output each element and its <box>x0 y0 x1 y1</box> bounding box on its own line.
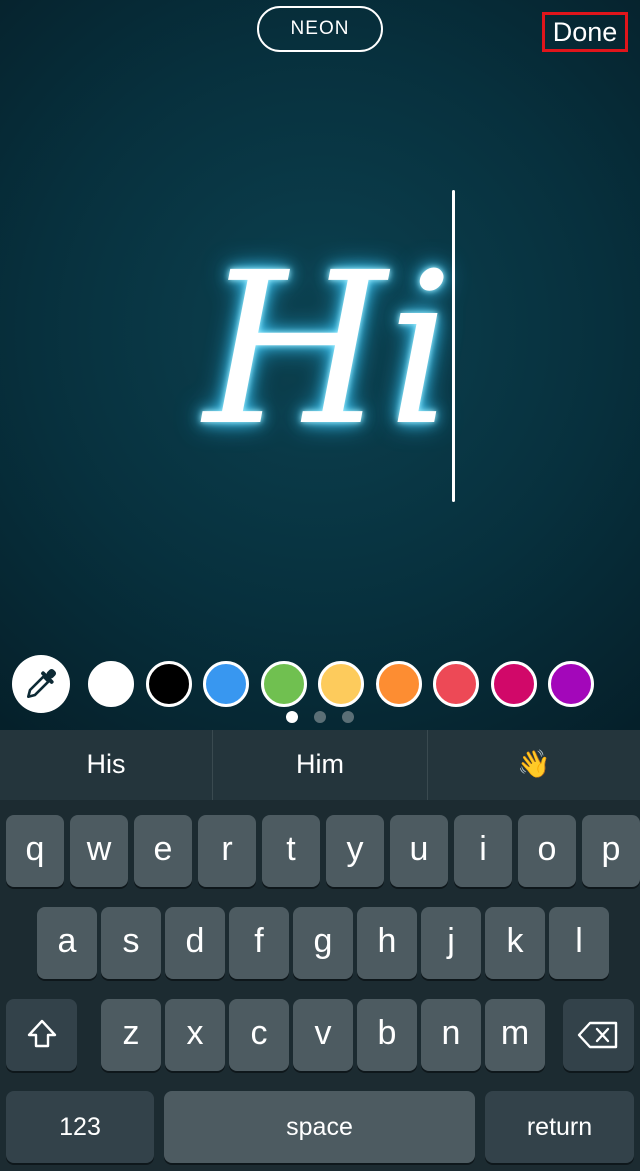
key-a[interactable]: a <box>37 907 97 979</box>
key-c[interactable]: c <box>229 999 289 1071</box>
key-t[interactable]: t <box>262 815 320 887</box>
suggestion-bar: His Him 👋 <box>0 730 640 800</box>
delete-icon <box>577 1021 617 1049</box>
key-p[interactable]: p <box>582 815 640 887</box>
key-i[interactable]: i <box>454 815 512 887</box>
color-swatch[interactable] <box>375 661 422 707</box>
key-r[interactable]: r <box>198 815 256 887</box>
eyedropper-icon <box>26 668 57 699</box>
key-b[interactable]: b <box>357 999 417 1071</box>
suggestion-his[interactable]: His <box>0 730 212 800</box>
key-w[interactable]: w <box>70 815 128 887</box>
key-f[interactable]: f <box>229 907 289 979</box>
key-y[interactable]: y <box>326 815 384 887</box>
key-x[interactable]: x <box>165 999 225 1071</box>
return-key[interactable]: return <box>485 1091 634 1163</box>
done-button[interactable]: Done <box>542 12 628 52</box>
key-g[interactable]: g <box>293 907 353 979</box>
key-m[interactable]: m <box>485 999 545 1071</box>
key-k[interactable]: k <box>485 907 545 979</box>
suggestion-wave-emoji[interactable]: 👋 <box>428 730 640 800</box>
color-swatch[interactable] <box>145 661 192 707</box>
shift-icon <box>27 1019 56 1048</box>
numbers-key[interactable]: 123 <box>6 1091 154 1163</box>
color-picker <box>0 652 640 713</box>
key-h[interactable]: h <box>357 907 417 979</box>
key-u[interactable]: u <box>390 815 448 887</box>
key-d[interactable]: d <box>165 907 225 979</box>
color-swatch[interactable] <box>88 661 134 707</box>
key-o[interactable]: o <box>518 815 576 887</box>
color-swatch[interactable] <box>433 661 479 707</box>
key-e[interactable]: e <box>134 815 192 887</box>
story-canvas[interactable]: NEON Done Hi <box>0 0 640 730</box>
key-n[interactable]: n <box>421 999 481 1071</box>
key-l[interactable]: l <box>549 907 609 979</box>
page-dot <box>314 711 326 723</box>
key-s[interactable]: s <box>101 907 161 979</box>
color-swatch[interactable] <box>260 661 307 707</box>
color-swatch[interactable] <box>203 661 249 707</box>
key-j[interactable]: j <box>421 907 481 979</box>
key-z[interactable]: z <box>101 999 161 1071</box>
font-style-button[interactable]: NEON <box>257 6 383 52</box>
page-dot <box>342 711 354 723</box>
text-cursor <box>452 190 455 502</box>
keyboard: His Him 👋 q w e r t y u i o p a s d f g h j k l z x c v b n m 123 s… <box>0 730 640 1171</box>
color-page-indicator <box>0 711 640 723</box>
key-q[interactable]: q <box>6 815 64 887</box>
color-swatch[interactable] <box>490 661 537 707</box>
key-v[interactable]: v <box>293 999 353 1071</box>
suggestion-him[interactable]: Him <box>213 730 427 800</box>
page-dot <box>286 711 298 723</box>
neon-text-input[interactable]: Hi <box>170 220 460 480</box>
color-swatch[interactable] <box>548 661 594 707</box>
space-key[interactable]: space <box>164 1091 475 1163</box>
eyedropper-button[interactable] <box>12 655 70 713</box>
delete-key[interactable] <box>563 999 634 1071</box>
shift-key[interactable] <box>6 999 77 1071</box>
color-swatch[interactable] <box>318 661 364 707</box>
